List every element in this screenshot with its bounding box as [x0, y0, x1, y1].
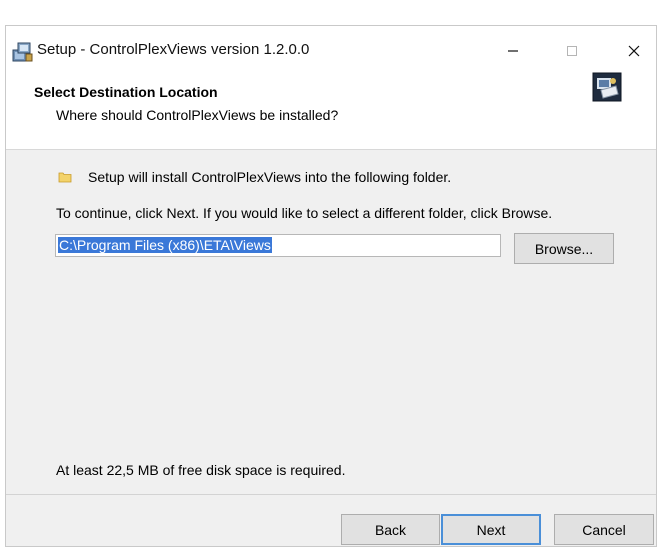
instructions-text: To continue, click Next. If you would li…: [56, 205, 553, 221]
destination-path-value: C:\Program Files (x86)\ETA\Views: [58, 237, 272, 253]
browse-button[interactable]: Browse...: [514, 233, 614, 264]
title-bar[interactable]: Setup - ControlPlexViews version 1.2.0.0: [6, 26, 656, 76]
close-button[interactable]: [614, 34, 654, 68]
folder-icon: [58, 170, 72, 184]
setup-wizard-icon: [592, 72, 622, 102]
window-title: Setup - ControlPlexViews version 1.2.0.0: [37, 41, 310, 58]
destination-path-input[interactable]: C:\Program Files (x86)\ETA\Views: [55, 234, 501, 257]
setup-app-icon: [11, 41, 35, 63]
page-subtitle: Where should ControlPlexViews be install…: [56, 107, 339, 123]
footer-divider: [6, 494, 656, 495]
page-title: Select Destination Location: [34, 84, 218, 100]
close-icon: [628, 45, 640, 57]
back-button[interactable]: Back: [341, 514, 440, 545]
maximize-button[interactable]: [552, 34, 592, 68]
wizard-header: Select Destination Location Where should…: [6, 72, 656, 150]
next-button[interactable]: Next: [441, 514, 541, 545]
minimize-icon: [508, 50, 518, 52]
maximize-icon: [567, 46, 577, 56]
setup-window: Setup - ControlPlexViews version 1.2.0.0…: [5, 25, 657, 547]
disk-space-text: At least 22,5 MB of free disk space is r…: [56, 462, 346, 478]
install-info-text: Setup will install ControlPlexViews into…: [88, 169, 452, 185]
minimize-button[interactable]: [493, 34, 533, 68]
cancel-button[interactable]: Cancel: [554, 514, 654, 545]
